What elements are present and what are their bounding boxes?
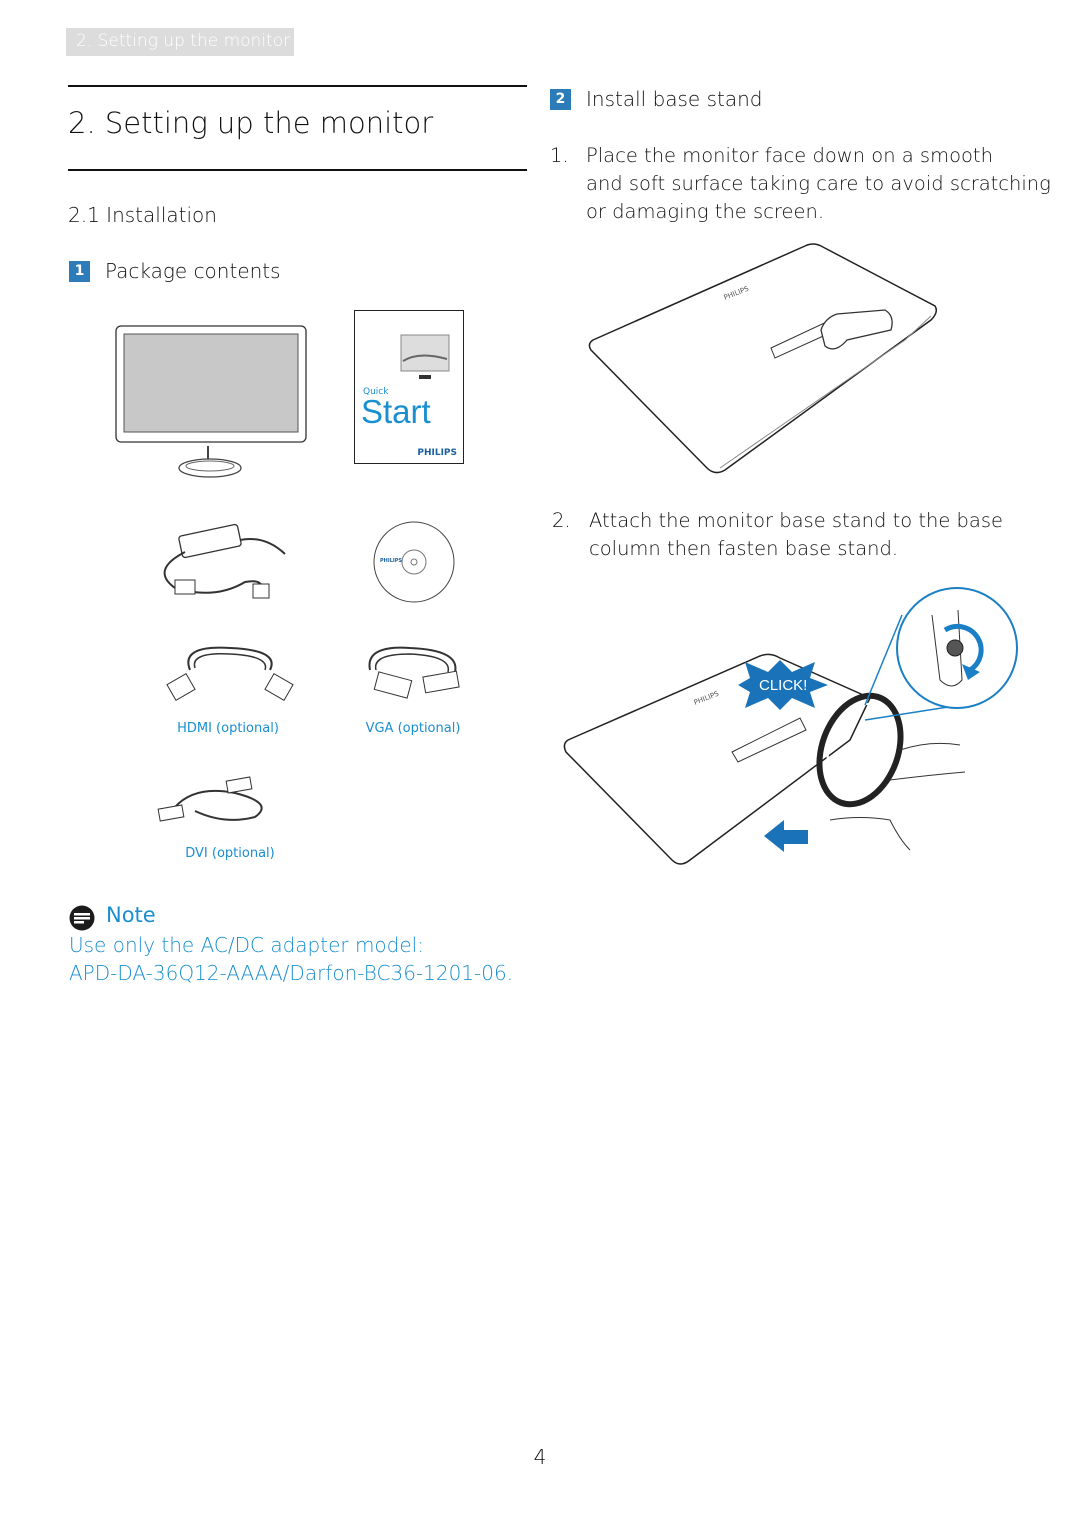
- step-line: column then fasten base stand.: [589, 537, 899, 560]
- quick-start-guide: Quick Start PHILIPS: [354, 310, 464, 464]
- package-contents-heading: Package contents: [105, 259, 281, 283]
- hdmi-caption: HDMI (optional): [177, 721, 279, 736]
- click-label: CLICK!: [759, 677, 807, 694]
- step-number: 1.: [550, 144, 569, 167]
- cd-illustration: PHILIPS: [373, 521, 455, 603]
- divider: [68, 85, 527, 87]
- start-label: Start: [361, 393, 431, 430]
- attach-base-illustration: PHILIPS CLICK!: [563, 587, 1018, 865]
- step-text: Attach the monitor base stand to the bas…: [589, 507, 1003, 563]
- dvi-caption: DVI (optional): [185, 846, 275, 861]
- svg-text:PHILIPS: PHILIPS: [380, 558, 402, 564]
- step-line: or damaging the screen.: [586, 200, 825, 223]
- note-title: Note: [106, 903, 156, 927]
- hdmi-cable-illustration: [166, 646, 294, 701]
- step-line: Attach the monitor base stand to the bas…: [589, 509, 1004, 532]
- step-text: Place the monitor face down on a smooth …: [586, 142, 1051, 226]
- vga-caption: VGA (optional): [365, 721, 461, 736]
- note-line: APD-DA-36Q12-AAAA/Darfon-BC36-1201-06.: [69, 961, 514, 985]
- note-line: Use only the AC/DC adapter model:: [69, 933, 424, 957]
- monitor-face-down-illustration: PHILIPS: [588, 243, 938, 474]
- page-title: 2. Setting up the monitor: [68, 106, 434, 140]
- install-heading: Install base stand: [586, 87, 763, 111]
- power-adapter-illustration: [163, 523, 286, 599]
- dvi-cable-illustration: [157, 776, 263, 822]
- step-badge: 1: [69, 261, 90, 282]
- section-heading: 2.1 Installation: [68, 203, 217, 227]
- note-text: Use only the AC/DC adapter model: APD-DA…: [69, 931, 513, 987]
- monitor-illustration: [115, 325, 307, 478]
- note-icon: [69, 905, 95, 931]
- step-number: 2.: [552, 509, 571, 532]
- vga-cable-illustration: [368, 646, 460, 699]
- page-number: 4: [533, 1445, 547, 1469]
- divider: [68, 169, 527, 171]
- arrow-left-icon: [764, 820, 808, 852]
- step-badge: 2: [550, 89, 571, 110]
- header-tab: 2. Setting up the monitor: [66, 28, 294, 56]
- step-line: and soft surface taking care to avoid sc…: [586, 172, 1051, 195]
- monitor-thumbnail: [400, 334, 450, 379]
- brand-logo: PHILIPS: [417, 448, 457, 458]
- step-line: Place the monitor face down on a smooth: [586, 144, 993, 167]
